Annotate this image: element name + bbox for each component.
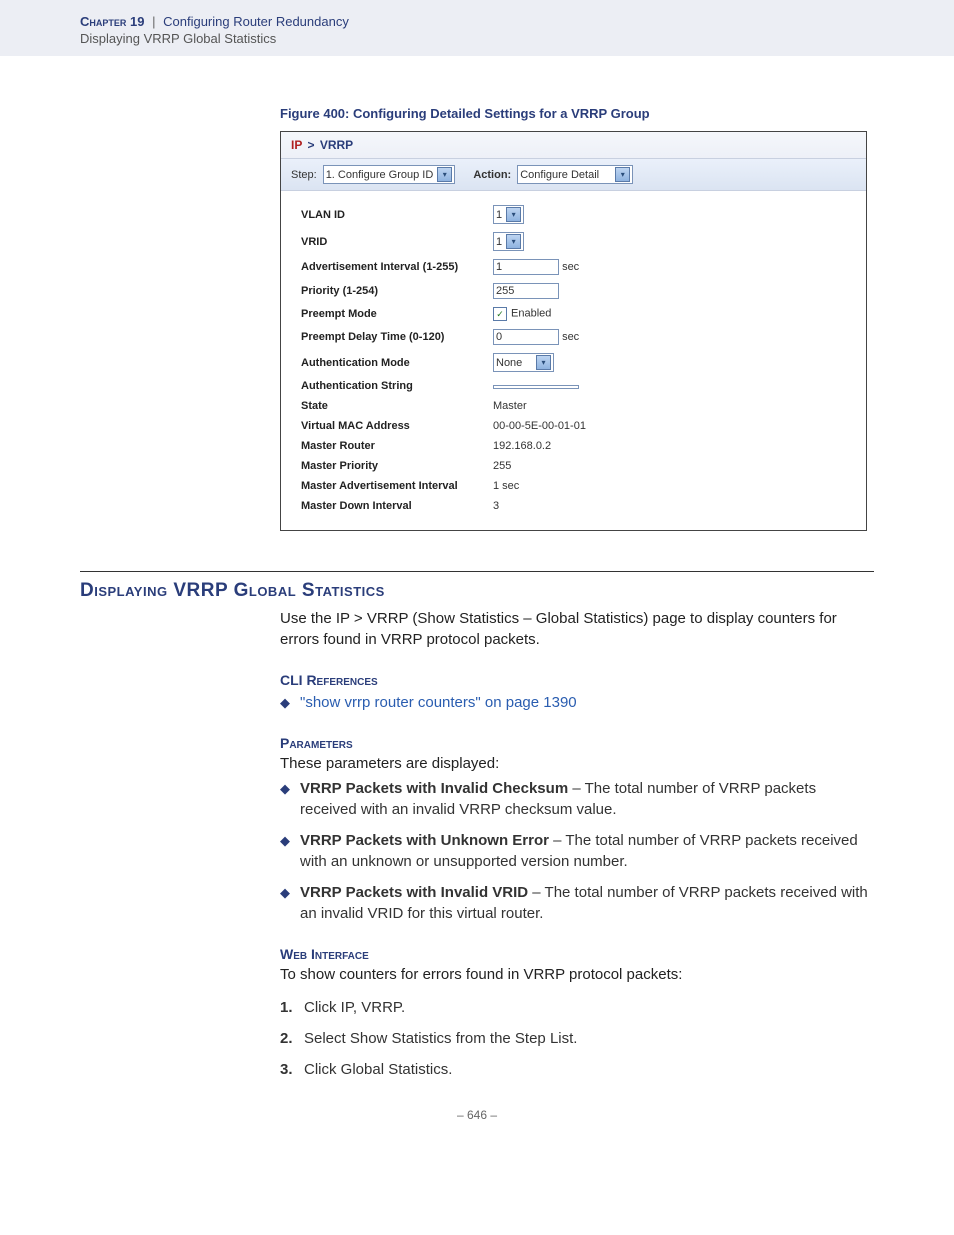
action-select[interactable]: Configure Detail ▾ — [517, 165, 633, 184]
field-label: Authentication String — [295, 376, 487, 396]
breadcrumb: IP > VRRP — [281, 132, 866, 159]
chevron-down-icon: ▾ — [506, 234, 521, 249]
page-header: Chapter 19 | Configuring Router Redundan… — [0, 0, 954, 56]
figure-caption: Figure 400: Configuring Detailed Setting… — [280, 106, 874, 121]
step-item: 2.Select Show Statistics from the Step L… — [280, 1030, 874, 1047]
field-value: 1 sec — [487, 255, 592, 279]
field-label: VRID — [295, 228, 487, 255]
chevron-down-icon: ▾ — [536, 355, 551, 370]
text-input[interactable] — [493, 385, 579, 389]
crumb-root: IP — [291, 138, 302, 152]
field-label: Advertisement Interval (1-255) — [295, 255, 487, 279]
step-item: 3.Click Global Statistics. — [280, 1061, 874, 1078]
field-label: Master Priority — [295, 456, 487, 476]
params-intro: These parameters are displayed: — [280, 753, 874, 774]
params-heading: Parameters — [280, 735, 874, 751]
cli-heading: CLI References — [280, 672, 874, 688]
field-value: 1 ▾ — [487, 201, 592, 228]
action-bar: Step: 1. Configure Group ID ▾ Action: Co… — [281, 159, 866, 191]
step-label: Step: — [291, 169, 317, 181]
cli-link[interactable]: "show vrrp router counters" on page 1390 — [300, 692, 874, 713]
text-input[interactable]: 255 — [493, 283, 559, 299]
diamond-icon: ◆ — [280, 884, 290, 924]
field-label: Virtual MAC Address — [295, 416, 487, 436]
field-value — [487, 376, 592, 396]
page-number: – 646 – — [80, 1108, 874, 1122]
field-label: Preempt Mode — [295, 303, 487, 325]
section-intro: Use the IP > VRRP (Show Statistics – Glo… — [280, 608, 874, 650]
field-value: 255 — [487, 279, 592, 303]
crumb-current: VRRP — [320, 138, 353, 152]
param-item: ◆VRRP Packets with Invalid VRID – The to… — [280, 882, 874, 924]
field-value: 1 sec — [487, 476, 592, 496]
diamond-icon: ◆ — [280, 694, 290, 713]
field-label: Master Advertisement Interval — [295, 476, 487, 496]
chevron-down-icon: ▾ — [615, 167, 630, 182]
field-value: ✓Enabled — [487, 303, 592, 325]
field-value: 00-00-5E-00-01-01 — [487, 416, 592, 436]
step-item: 1.Click IP, VRRP. — [280, 999, 874, 1016]
web-intro: To show counters for errors found in VRR… — [280, 964, 874, 985]
field-label: State — [295, 396, 487, 416]
text-input[interactable]: 1 — [493, 259, 559, 275]
header-subtitle: Displaying VRRP Global Statistics — [80, 31, 874, 46]
field-value: 0 sec — [487, 325, 592, 349]
field-label: Preempt Delay Time (0-120) — [295, 325, 487, 349]
chevron-down-icon: ▾ — [506, 207, 521, 222]
action-value: Configure Detail — [520, 169, 611, 181]
param-item: ◆VRRP Packets with Unknown Error – The t… — [280, 830, 874, 872]
chevron-down-icon: ▾ — [437, 167, 452, 182]
dropdown[interactable]: 1 ▾ — [493, 205, 524, 224]
chapter-label: Chapter 19 — [80, 14, 144, 29]
step-select[interactable]: 1. Configure Group ID ▾ — [323, 165, 456, 184]
section-title: Displaying VRRP Global Statistics — [80, 571, 874, 602]
text-input[interactable]: 0 — [493, 329, 559, 345]
field-value: 1 ▾ — [487, 228, 592, 255]
field-value: None ▾ — [487, 349, 592, 376]
field-value: 192.168.0.2 — [487, 436, 592, 456]
field-label: Master Down Interval — [295, 496, 487, 516]
field-label: Priority (1-254) — [295, 279, 487, 303]
diamond-icon: ◆ — [280, 832, 290, 872]
checkbox[interactable]: ✓ — [493, 307, 507, 321]
dropdown[interactable]: 1 ▾ — [493, 232, 524, 251]
crumb-sep: > — [307, 138, 314, 152]
step-value: 1. Configure Group ID — [326, 169, 434, 181]
diamond-icon: ◆ — [280, 780, 290, 820]
param-item: ◆VRRP Packets with Invalid Checksum – Th… — [280, 778, 874, 820]
field-value: 3 — [487, 496, 592, 516]
field-value: Master — [487, 396, 592, 416]
field-value: 255 — [487, 456, 592, 476]
vrrp-config-screenshot: IP > VRRP Step: 1. Configure Group ID ▾ … — [280, 131, 867, 531]
field-label: VLAN ID — [295, 201, 487, 228]
dropdown[interactable]: None ▾ — [493, 353, 554, 372]
separator: | — [152, 14, 155, 29]
cli-bullet: ◆ "show vrrp router counters" on page 13… — [280, 692, 874, 713]
action-label: Action: — [473, 169, 511, 181]
field-label: Master Router — [295, 436, 487, 456]
web-heading: Web Interface — [280, 946, 874, 962]
field-label: Authentication Mode — [295, 349, 487, 376]
chapter-title: Configuring Router Redundancy — [163, 14, 349, 29]
